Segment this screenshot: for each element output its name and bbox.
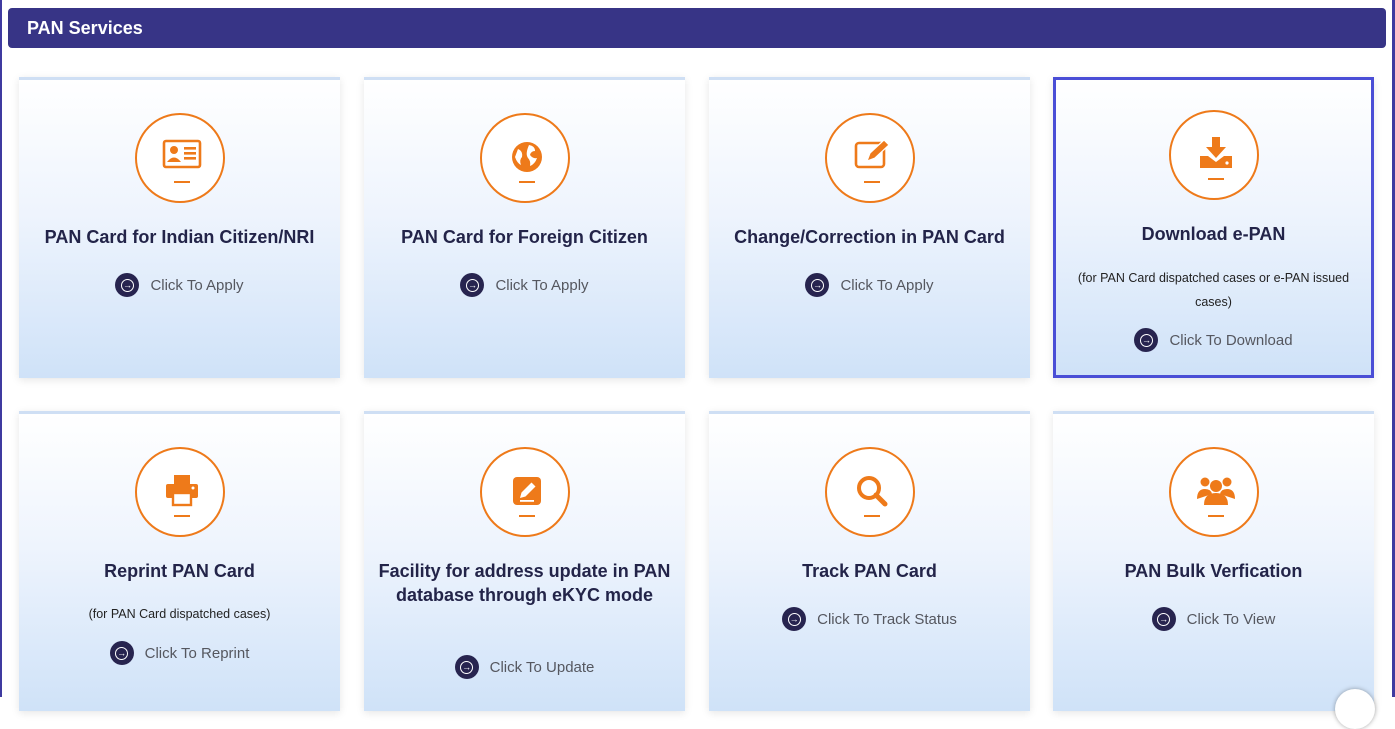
card-title: Download e-PAN	[1141, 224, 1286, 244]
card-change-correction[interactable]: Change/Correction in PAN Card → Click To…	[709, 77, 1030, 378]
card-note: (for PAN Card dispatched cases)	[88, 607, 271, 621]
card-pan-foreign-citizen[interactable]: PAN Card for Foreign Citizen → Click To …	[364, 77, 685, 378]
pan-services-header: PAN Services	[8, 8, 1386, 48]
card-title: Track PAN Card	[802, 561, 937, 581]
arrow-circle-icon: →	[460, 273, 485, 297]
arrow-circle-icon: →	[782, 607, 807, 631]
apply-link[interactable]: → Click To Apply	[364, 273, 685, 297]
chat-widget-button[interactable]	[1335, 689, 1375, 729]
card-address-update-ekyc[interactable]: Facility for address update in PAN datab…	[364, 411, 685, 711]
apply-link[interactable]: → Click To Apply	[709, 273, 1030, 297]
arrow-circle-icon: →	[1134, 328, 1159, 352]
globe-icon	[479, 113, 570, 203]
group-users-icon	[1168, 447, 1259, 537]
action-label: Click To Reprint	[144, 644, 250, 662]
view-link[interactable]: → Click To View	[1053, 607, 1374, 631]
id-card-icon	[134, 113, 225, 203]
card-reprint-pan[interactable]: Reprint PAN Card (for PAN Card dispatche…	[19, 411, 340, 711]
arrow-circle-icon: →	[1151, 607, 1176, 631]
apply-link[interactable]: → Click To Apply	[19, 273, 340, 297]
magnifier-icon	[824, 447, 915, 537]
page-frame-left	[0, 0, 2, 697]
printer-icon	[134, 447, 225, 537]
card-note: (for PAN Card dispatched cases or e-PAN …	[1077, 271, 1350, 309]
reprint-link[interactable]: → Click To Reprint	[19, 641, 340, 665]
card-download-epan[interactable]: Download e-PAN (for PAN Card dispatched …	[1053, 77, 1374, 378]
header-title: PAN Services	[27, 17, 143, 38]
arrow-circle-icon: →	[109, 641, 134, 665]
action-label: Click To Apply	[150, 276, 244, 294]
card-title: PAN Card for Indian Citizen/NRI	[44, 227, 315, 247]
card-title: Reprint PAN Card	[104, 561, 255, 581]
pencil-square-icon	[479, 447, 570, 537]
track-status-link[interactable]: → Click To Track Status	[709, 607, 1030, 631]
card-pan-bulk-verification[interactable]: PAN Bulk Verfication → Click To View	[1053, 411, 1374, 711]
card-pan-indian-citizen[interactable]: PAN Card for Indian Citizen/NRI → Click …	[19, 77, 340, 378]
card-title: PAN Card for Foreign Citizen	[401, 227, 648, 247]
action-label: Click To Track Status	[817, 610, 957, 628]
action-label: Click To Download	[1169, 331, 1293, 349]
action-label: Click To Update	[489, 658, 595, 676]
download-icon	[1168, 110, 1259, 200]
card-title: Change/Correction in PAN Card	[734, 227, 1005, 247]
arrow-circle-icon: →	[805, 273, 830, 297]
arrow-circle-icon: →	[454, 655, 479, 679]
action-label: Click To Apply	[840, 276, 934, 294]
card-title: Facility for address update in PAN datab…	[378, 561, 671, 605]
action-label: Click To Apply	[495, 276, 589, 294]
card-track-pan[interactable]: Track PAN Card → Click To Track Status	[709, 411, 1030, 711]
arrow-circle-icon: →	[115, 273, 140, 297]
card-title: PAN Bulk Verfication	[1124, 561, 1303, 581]
action-label: Click To View	[1186, 610, 1276, 628]
edit-screen-icon	[824, 113, 915, 203]
download-link[interactable]: → Click To Download	[1056, 328, 1371, 352]
update-link[interactable]: → Click To Update	[364, 655, 685, 679]
